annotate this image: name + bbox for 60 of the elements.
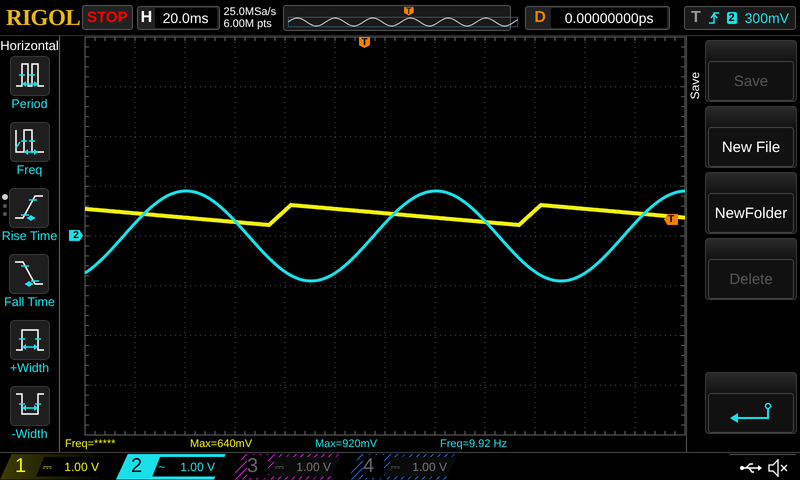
frequency-icon bbox=[10, 122, 50, 162]
period-icon bbox=[10, 56, 50, 96]
page-dot[interactable] bbox=[3, 204, 7, 208]
measure-button[interactable]: +Width bbox=[10, 320, 50, 386]
positive-pulse-icon bbox=[10, 320, 50, 360]
coupling-symbol: ~ bbox=[158, 460, 166, 474]
channel-number: 3 bbox=[247, 455, 268, 478]
channel-number: 1 bbox=[15, 455, 28, 478]
channel-tab[interactable]: 3 ⎓ 1.00 V bbox=[232, 454, 342, 480]
page-dot[interactable] bbox=[3, 212, 7, 216]
channel-marker[interactable]: 2 bbox=[69, 230, 83, 241]
trigger-marker: T bbox=[404, 6, 414, 16]
channel-scale: 1.00 V bbox=[180, 460, 215, 474]
trigger-box[interactable]: T 2 300mV bbox=[684, 6, 796, 30]
sample-rate: 25.0MSa/s bbox=[224, 6, 278, 18]
measurement-readout: Freq=9.92 Hz bbox=[440, 438, 508, 450]
measure-button[interactable]: Rise Time bbox=[2, 188, 58, 254]
measure-button[interactable]: -Width bbox=[10, 386, 50, 452]
rising-edge-icon bbox=[708, 10, 719, 24]
channel-scale: 1.00 V bbox=[296, 460, 331, 474]
trigger-label: T bbox=[691, 8, 701, 26]
menu-button[interactable]: New File bbox=[705, 106, 797, 168]
negative-pulse-icon bbox=[10, 386, 50, 426]
channel-number: 2 bbox=[131, 455, 144, 478]
rise-time-icon bbox=[9, 188, 50, 228]
timebase-value: 20.0ms bbox=[154, 8, 216, 28]
measure-button[interactable]: Fall Time bbox=[4, 254, 55, 320]
menu-button[interactable]: NewFolder bbox=[705, 172, 797, 234]
channel-scale: 1.00 V bbox=[412, 460, 447, 474]
trigger-level: 300mV bbox=[744, 10, 789, 26]
delay-box[interactable]: D 0.00000000ps bbox=[525, 6, 670, 30]
coupling-symbol: ⎓ bbox=[42, 460, 52, 474]
brand-logo: RIGOL bbox=[6, 4, 78, 30]
coupling-symbol: ⎓ bbox=[274, 460, 284, 474]
return-arrow-icon bbox=[728, 402, 774, 424]
timebase-label: H bbox=[140, 8, 154, 26]
trigger-source: 2 bbox=[726, 12, 737, 24]
back-button[interactable] bbox=[705, 372, 797, 434]
fall-time-icon bbox=[9, 254, 50, 294]
menu-title: Horizontal bbox=[0, 38, 59, 53]
measurement-readout: Max=640mV bbox=[190, 438, 254, 450]
channel-tab[interactable]: 2 ~ 1.00 V bbox=[116, 454, 226, 480]
measure-button[interactable]: Freq bbox=[10, 122, 50, 188]
measurement-readout: Max=920mV bbox=[315, 438, 378, 450]
run-status[interactable]: STOP bbox=[82, 5, 133, 30]
measure-button[interactable]: Period bbox=[10, 56, 50, 122]
channel-scale: 1.00 V bbox=[64, 460, 99, 474]
delay-value: 0.00000000ps bbox=[551, 8, 667, 28]
trigger-position-marker[interactable]: T bbox=[359, 37, 370, 48]
timebase-box[interactable]: H 20.0ms bbox=[136, 6, 220, 30]
channel-number: 4 bbox=[363, 455, 384, 478]
memory-depth: 6.00M pts bbox=[224, 18, 273, 30]
usb-icon bbox=[740, 462, 762, 474]
delay-label: D bbox=[533, 8, 547, 26]
menu-title: Save bbox=[688, 72, 702, 100]
muted-speaker-icon[interactable] bbox=[768, 459, 788, 477]
coupling-symbol: ⎓ bbox=[390, 460, 400, 474]
page-dot[interactable] bbox=[2, 194, 8, 200]
channel-tab[interactable]: 4 ⎓ 1.00 V bbox=[348, 454, 458, 480]
measurement-readout: Freq=***** bbox=[65, 438, 116, 450]
